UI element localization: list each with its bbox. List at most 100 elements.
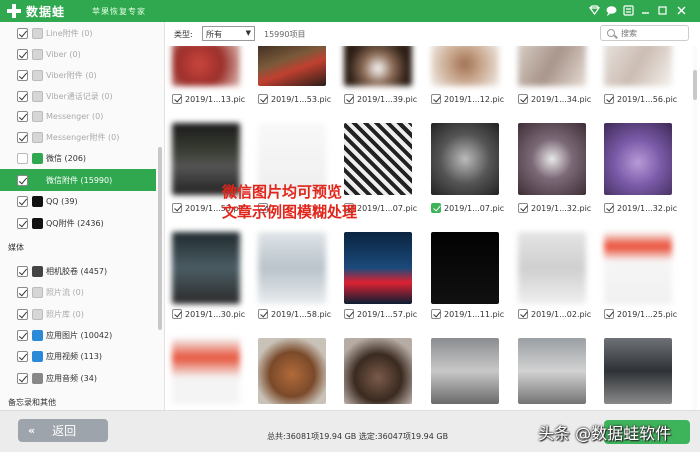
photo-checkbox[interactable] [431,94,441,104]
line-icon [32,27,43,39]
photo-filename: 2019/1...30.pic [185,309,246,319]
photo-thumbnail[interactable] [604,232,672,304]
sidebar-item-checkbox[interactable] [17,69,28,81]
sidebar-item-checkbox[interactable] [17,350,28,362]
sidebar-item[interactable]: 应用音频 (34) [0,367,156,389]
annotation-line-1: 微信图片均可预览 [222,183,343,201]
sidebar-item-checkbox[interactable] [17,286,28,298]
photo-thumbnail[interactable] [431,123,499,195]
photo-thumbnail[interactable] [344,232,412,304]
sidebar-item[interactable]: Line附件 (0) [0,22,156,44]
sidebar-item[interactable]: 微信 (206) [0,147,156,169]
photo-checkbox[interactable] [604,94,614,104]
photo-checkbox[interactable] [518,203,528,213]
photo-checkbox[interactable] [518,309,528,319]
photo-checkbox[interactable] [172,309,182,319]
maximize-icon[interactable] [656,4,669,17]
photo-checkbox[interactable] [172,94,182,104]
photo-thumbnail[interactable] [172,338,240,404]
viber-icon [32,90,43,102]
sidebar-item-checkbox[interactable] [17,329,28,341]
search-icon [607,29,615,37]
photo-thumbnail[interactable] [258,232,326,304]
sidebar-item-checkbox[interactable] [17,110,28,122]
photo-checkbox[interactable] [344,94,354,104]
photo-checkbox[interactable] [172,203,182,213]
photo-thumbnail[interactable] [431,338,499,404]
photo-thumbnail[interactable] [431,46,499,86]
sidebar-item-checkbox[interactable] [17,195,28,207]
sidebar-item[interactable]: Viber通话记录 (0) [0,85,156,107]
sidebar-item[interactable]: Viber附件 (0) [0,64,156,86]
photo-thumbnail[interactable] [431,232,499,304]
sidebar-item[interactable]: 照片库 (0) [0,303,156,325]
diamond-icon[interactable] [588,4,601,17]
photo-thumbnail[interactable] [172,46,240,86]
photo-thumbnail[interactable] [344,46,412,86]
memo-section-heading: 备忘录和其他 [8,398,56,407]
photo-checkbox[interactable] [604,309,614,319]
type-filter-select[interactable]: 所有 ▼ [202,26,255,41]
photo-thumbnail[interactable] [518,46,586,86]
photo-thumbnail[interactable] [258,338,326,404]
photo-thumbnail[interactable] [518,123,586,195]
sidebar-item-checkbox[interactable] [17,217,28,229]
sidebar-item[interactable]: 照片流 (0) [0,281,156,303]
photo-checkbox[interactable] [344,309,354,319]
sidebar-item-checkbox[interactable] [17,265,28,277]
photo-thumbnail[interactable] [604,123,672,195]
photo-filename: 2019/1...39.pic [357,94,418,104]
photo-thumbnail[interactable] [518,338,586,404]
photo-filename: 2019/1...53.pic [271,94,332,104]
wechat-icon [32,174,43,186]
photo-checkbox[interactable] [518,94,528,104]
messenger-icon [32,131,43,143]
sidebar-item[interactable]: Messenger附件 (0) [0,126,156,148]
minimize-icon[interactable] [639,4,652,17]
sidebar-item-label: 应用音频 (34) [46,373,97,383]
sidebar-scrollbar[interactable] [158,147,162,330]
photo-checkbox[interactable] [604,203,614,213]
photo-checkbox[interactable] [258,309,268,319]
sidebar-item[interactable]: Viber (0) [0,43,156,65]
menu-icon[interactable] [622,4,635,17]
sidebar-item[interactable]: QQ (39) [0,190,156,212]
sidebar-item-checkbox[interactable] [17,152,28,164]
sidebar-item-checkbox[interactable] [17,48,28,60]
search-input[interactable] [621,28,683,39]
category-sidebar: Line附件 (0) Viber (0) Viber附件 (0) Viber通话记录 … [0,22,165,410]
photo-thumbnail[interactable] [604,338,672,404]
photo-filename: 2019/1...56.pic [617,94,678,104]
back-button-label: 返回 [52,424,77,438]
annotation-overlay: 微信图片均可预览 文章示例图模糊处理 [222,182,357,222]
watermark-text: 头条 @数据蛙软件 [538,424,672,443]
search-box[interactable] [600,25,689,41]
sidebar-item[interactable]: 微信附件 (15990) [0,169,156,191]
close-icon[interactable] [675,4,688,17]
sidebar-item-checkbox[interactable] [17,372,28,384]
photo-thumbnail[interactable] [344,338,412,404]
back-button[interactable]: « 返回 [18,419,108,442]
sidebar-item-checkbox[interactable] [17,90,28,102]
app-videos-icon [32,350,43,362]
sidebar-item-checkbox[interactable] [17,131,28,143]
chat-icon[interactable] [605,4,618,17]
sidebar-item[interactable]: QQ附件 (2436) [0,212,156,234]
grid-scroll-thumb[interactable] [693,70,697,100]
sidebar-item[interactable]: 应用图片 (10042) [0,324,156,346]
grid-scrollbar[interactable] [693,46,697,410]
sidebar-item-label: 相机胶卷 (4457) [46,266,108,276]
sidebar-item[interactable]: 相机胶卷 (4457) [0,260,156,282]
photo-thumbnail[interactable] [518,232,586,304]
photo-checkbox[interactable] [258,94,268,104]
photo-checkbox[interactable] [431,309,441,319]
sidebar-item-checkbox[interactable] [17,27,28,39]
photo-thumbnail[interactable] [604,46,672,86]
sidebar-item-checkbox[interactable] [17,308,28,320]
photo-checkbox[interactable] [431,203,441,213]
sidebar-item-checkbox[interactable] [17,174,28,186]
sidebar-item[interactable]: 应用视频 (113) [0,345,156,367]
sidebar-item[interactable]: Messenger (0) [0,105,156,127]
photo-thumbnail[interactable] [172,232,240,304]
photo-thumbnail[interactable] [258,46,326,86]
